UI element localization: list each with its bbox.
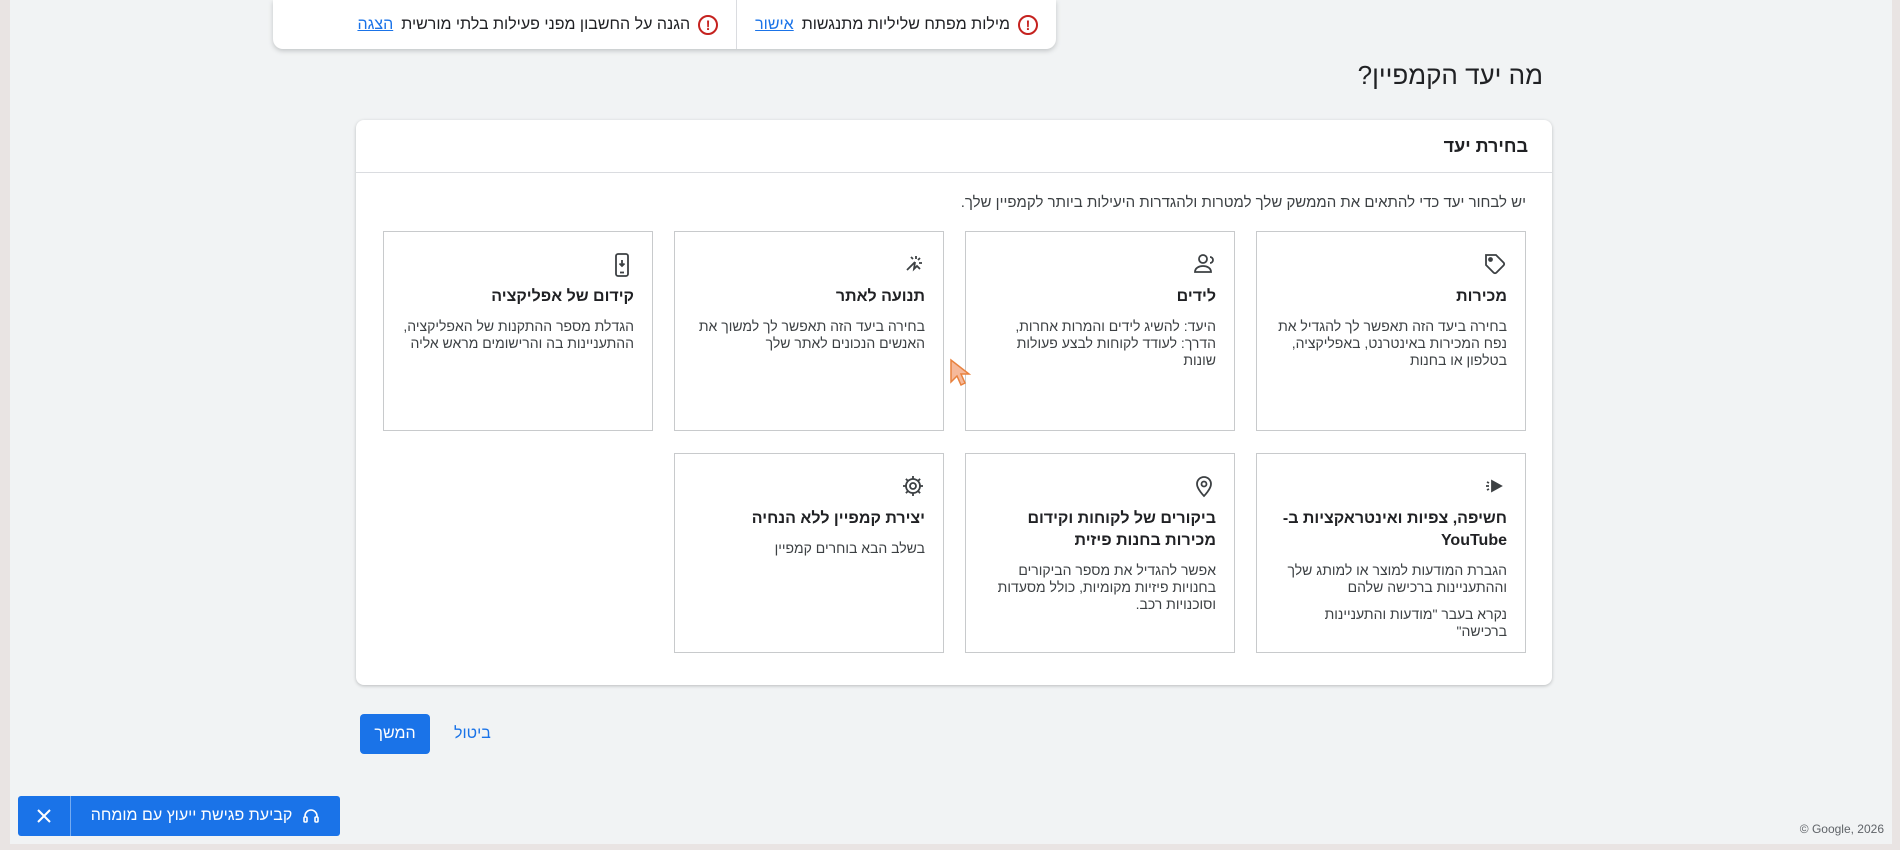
goal-tile-sales[interactable]: מכירות בחירה ביעד הזה תאפשר לך להגדיל את… [1256, 231, 1526, 431]
close-icon [37, 809, 51, 823]
consultation-banner: קביעת פגישת ייעוץ עם מומחה [18, 796, 340, 836]
error-icon: ! [698, 14, 719, 35]
page-title: מה יעד הקמפיין? [1357, 60, 1543, 90]
notification-bar: ! מילות מפתח שליליות מתנגשות אישור ! הגנ… [273, 0, 1056, 49]
notification-account-protection: ! הגנה על החשבון מפני פעילות בלתי מורשית… [339, 0, 738, 49]
goal-description: בחירה ביעד הזה תאפשר לך למשוך את האנשים … [698, 318, 925, 351]
goal-description: בחירה ביעד הזה תאפשר לך להגדיל את נפח המ… [1278, 318, 1507, 368]
card-description: יש לבחור יעד כדי להתאים את הממשק שלך למט… [960, 194, 1526, 211]
card-header: בחירת יעד [356, 120, 1552, 173]
goal-title: תנועה לאתר [835, 288, 925, 305]
app-frame: ! מילות מפתח שליליות מתנגשות אישור ! הגנ… [10, 0, 1892, 844]
notification-conflicting-keywords: ! מילות מפתח שליליות מתנגשות אישור [737, 0, 1056, 49]
notification-approve-link[interactable]: אישור [755, 16, 794, 34]
close-button[interactable] [18, 796, 71, 836]
goal-description: היעד: להשיג לידים והמרות אחרות, הדרך: לע… [1015, 318, 1216, 368]
continue-button[interactable]: המשך [360, 714, 430, 754]
action-bar: המשך ביטול [360, 714, 491, 754]
goal-title: חשיפה, צפיות ואינטראקציות ב-YouTube [1282, 510, 1507, 549]
error-icon: ! [1018, 14, 1038, 35]
goal-title: יצירת קמפיין ללא הנחיה [751, 510, 925, 527]
megaphone-sparkle-icon [1275, 474, 1507, 502]
goal-title: מכירות [1456, 288, 1507, 305]
goal-title: קידום של אפליקציה [491, 288, 634, 305]
goal-description: אפשר להגדיל את מספר הביקורים בחנויות פיז… [997, 562, 1216, 612]
notification-message: מילות מפתח שליליות מתנגשות [801, 15, 1010, 33]
goal-selection-card: בחירת יעד יש לבחור יעד כדי להתאים את הממ… [356, 120, 1552, 685]
consultation-label: קביעת פגישת ייעוץ עם מומחה [90, 807, 293, 824]
goal-title: לידים [1176, 288, 1216, 305]
goal-tile-leads[interactable]: לידים היעד: להשיג לידים והמרות אחרות, הד… [965, 231, 1235, 431]
copyright: © Google, 2026 [1799, 822, 1884, 836]
goal-description: הגדלת מספר ההתקנות של האפליקציה, ההתעניי… [403, 318, 634, 351]
smartphone-icon [402, 252, 634, 280]
person-group-icon [984, 252, 1216, 280]
goal-tile-store-visits[interactable]: ביקורים של לקוחות וקידום מכירות בחנות פי… [965, 453, 1235, 653]
location-pin-icon [984, 474, 1216, 502]
goal-title: ביקורים של לקוחות וקידום מכירות בחנות פי… [1027, 510, 1216, 549]
goal-description: הגברת המודעות למוצר או למותג שלך וההתעני… [1287, 562, 1507, 595]
goal-tile-website-traffic[interactable]: תנועה לאתר בחירה ביעד הזה תאפשר לך למשוך… [674, 231, 944, 431]
goal-tile-app-promotion[interactable]: קידום של אפליקציה הגדלת מספר ההתקנות של … [383, 231, 653, 431]
tag-icon [1275, 252, 1507, 280]
goal-tile-youtube-reach[interactable]: חשיפה, צפיות ואינטראקציות ב-YouTube הגבר… [1256, 453, 1526, 653]
gear-icon [693, 474, 925, 502]
cursor-click-icon [693, 252, 925, 280]
cancel-button[interactable]: ביטול [454, 725, 491, 743]
goal-note: נקרא בעבר "מודעות והתעניינות ברכישה" [1324, 606, 1507, 639]
goal-description: בשלב הבא בוחרים קמפיין [774, 540, 925, 556]
notification-message: הגנה על החשבון מפני פעילות בלתי מורשית [401, 15, 691, 33]
notification-view-link[interactable]: הצגה [357, 16, 393, 34]
goal-tile-no-guidance[interactable]: יצירת קמפיין ללא הנחיה בשלב הבא בוחרים ק… [674, 453, 944, 653]
headset-icon [303, 809, 320, 823]
mouse-cursor-icon [950, 358, 972, 387]
schedule-consultation-button[interactable]: קביעת פגישת ייעוץ עם מומחה [71, 796, 340, 836]
